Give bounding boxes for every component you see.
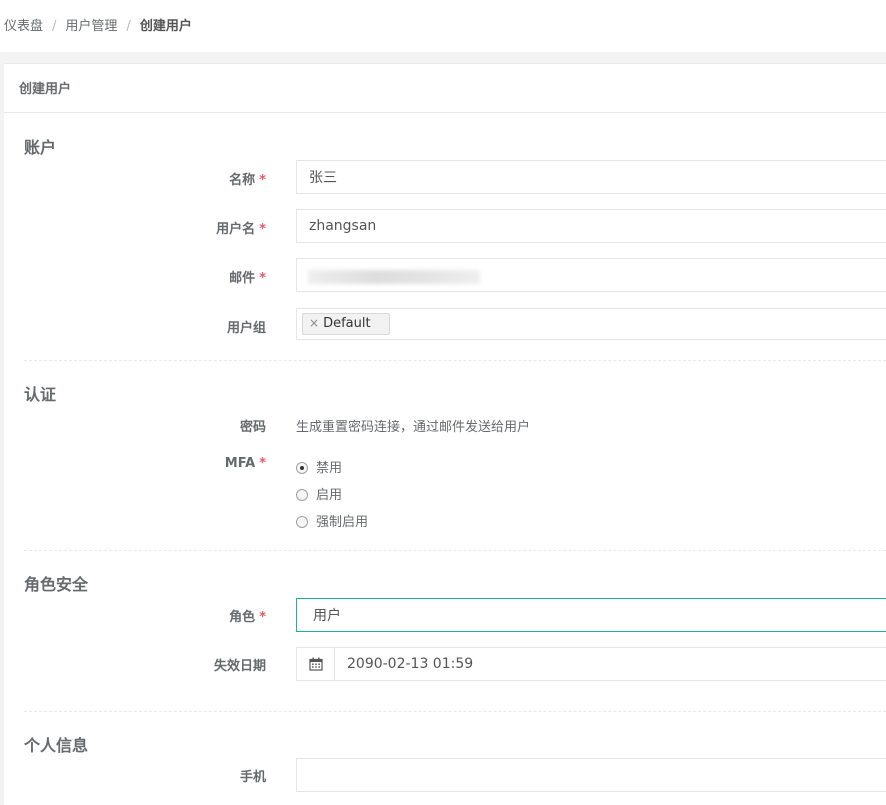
tag-remove-icon[interactable]: × — [309, 316, 319, 330]
section-divider — [24, 360, 886, 361]
expire-date-group — [296, 647, 886, 681]
groups-label: 用户组 — [226, 321, 266, 336]
section-title-auth: 认证 — [24, 385, 57, 404]
email-redacted-blur — [308, 270, 480, 284]
section-title-account: 账户 — [24, 138, 57, 157]
groups-select[interactable]: × Default — [296, 308, 886, 340]
name-input[interactable] — [296, 160, 886, 194]
mfa-option-force[interactable]: 强制启用 — [296, 511, 369, 530]
password-hint-text: 生成重置密码连接，通过邮件发送给用户 — [296, 420, 531, 435]
phone-input[interactable] — [296, 758, 886, 792]
radio-checked-icon[interactable] — [296, 462, 308, 474]
required-mark: * — [259, 271, 266, 286]
mfa-label: MFA * — [224, 456, 266, 471]
group-tag-default: × Default — [302, 313, 390, 335]
radio-icon[interactable] — [296, 489, 308, 501]
section-divider — [24, 711, 886, 712]
breadcrumb-item-current: 创建用户 — [139, 19, 192, 34]
mfa-option-disable[interactable]: 禁用 — [296, 457, 343, 476]
role-select[interactable] — [296, 598, 886, 632]
radio-icon[interactable] — [296, 516, 308, 528]
section-title-role-security: 角色安全 — [24, 575, 89, 594]
top-bar: 仪表盘 / 用户管理 / 创建用户 — [0, 0, 886, 52]
breadcrumb-separator: / — [126, 19, 131, 34]
mfa-option-label: 启用 — [316, 488, 343, 503]
expire-date-input[interactable] — [335, 648, 886, 680]
mfa-option-label: 禁用 — [316, 461, 343, 476]
breadcrumb: 仪表盘 / 用户管理 / 创建用户 — [4, 15, 192, 34]
mfa-option-enable[interactable]: 启用 — [296, 484, 343, 503]
section-title-personal: 个人信息 — [24, 736, 89, 755]
expire-date-label: 失效日期 — [213, 659, 266, 674]
username-label: 用户名 * — [216, 222, 266, 237]
required-mark: * — [259, 610, 266, 625]
create-user-panel: 创建用户 账户 名称* 用户名* 邮件* 用户组 ×Default 认证 密码 … — [4, 63, 886, 805]
role-label: 角色 * — [229, 610, 266, 625]
password-label: 密码 — [239, 420, 266, 435]
panel-title: 创建用户 — [4, 64, 886, 113]
phone-label: 手机 — [239, 770, 266, 785]
name-label: 名称 * — [229, 173, 266, 188]
required-mark: * — [259, 456, 266, 471]
breadcrumb-separator: / — [52, 19, 57, 34]
required-mark: * — [259, 222, 266, 237]
email-label: 邮件 * — [229, 271, 266, 286]
section-divider — [24, 550, 886, 551]
group-tag-label: Default — [323, 316, 371, 331]
breadcrumb-item-dashboard[interactable]: 仪表盘 — [4, 19, 43, 34]
username-input[interactable] — [296, 209, 886, 243]
mfa-option-label: 强制启用 — [316, 515, 369, 530]
required-mark: * — [259, 173, 266, 188]
breadcrumb-item-user-management[interactable]: 用户管理 — [65, 19, 117, 34]
calendar-icon[interactable] — [297, 648, 335, 680]
